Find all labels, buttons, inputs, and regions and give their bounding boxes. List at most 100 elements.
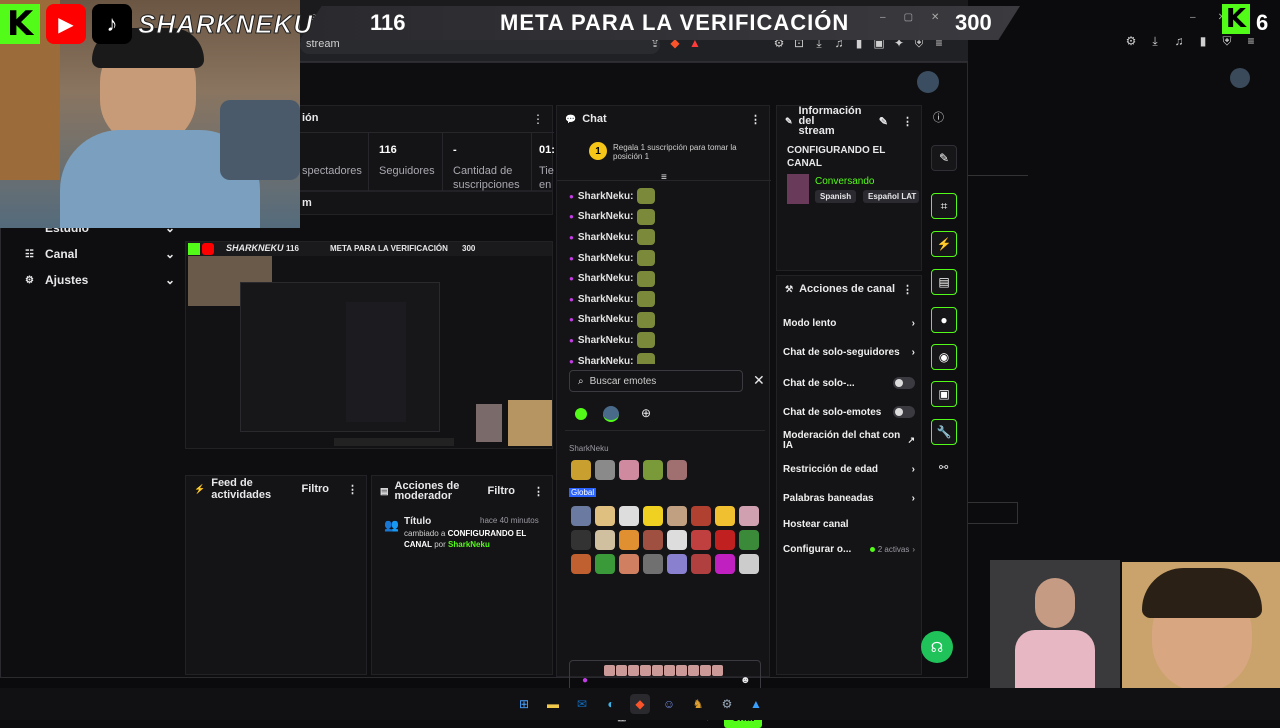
emote-tile[interactable] xyxy=(643,506,663,526)
emote-tile[interactable] xyxy=(571,530,591,550)
more-icon[interactable]: ⋮ xyxy=(532,112,544,126)
chat-username[interactable]: SharkNeku: xyxy=(578,253,634,264)
edit-rail-button[interactable]: ✎ xyxy=(931,145,957,171)
chat-message[interactable]: ● SharkNeku: xyxy=(569,248,759,269)
gift-text[interactable]: Regala 1 suscripción para tomar la posic… xyxy=(613,143,743,161)
outlook-icon[interactable]: ✉ xyxy=(572,694,592,714)
subs-only-item[interactable]: Chat de solo-... xyxy=(783,377,915,389)
emote-tile[interactable] xyxy=(643,460,663,480)
emote-tile[interactable] xyxy=(595,506,615,526)
emote-tile[interactable] xyxy=(739,530,759,550)
emote-tile[interactable] xyxy=(595,460,615,480)
chat-username[interactable]: SharkNeku: xyxy=(578,211,634,222)
banned-words-item[interactable]: Palabras baneadas › xyxy=(783,493,915,504)
emote-tile[interactable] xyxy=(643,530,663,550)
chat-username[interactable]: SharkNeku: xyxy=(578,232,634,243)
maximize-icon[interactable]: ▢ xyxy=(904,12,913,23)
globe-icon[interactable]: ⊕ xyxy=(641,406,651,420)
host-channel-item[interactable]: Hostear canal xyxy=(783,519,915,530)
emote-search-input[interactable]: ⌕ Buscar emotes xyxy=(569,370,743,392)
emote-tile[interactable] xyxy=(691,530,711,550)
broadcast-rail-button[interactable]: ◉ xyxy=(931,344,957,370)
emote-tile[interactable] xyxy=(715,506,735,526)
category-thumbnail[interactable] xyxy=(787,174,809,204)
discord-icon[interactable]: ☺ xyxy=(659,694,679,714)
emote-tile[interactable] xyxy=(667,460,687,480)
slow-mode-item[interactable]: Modo lento › xyxy=(783,318,915,329)
emote-tile[interactable] xyxy=(571,506,591,526)
chat-message[interactable]: ● SharkNeku: xyxy=(569,207,759,228)
edge-icon[interactable]: ◐ xyxy=(601,694,621,714)
info-icon[interactable]: ⓘ xyxy=(933,109,944,125)
emote-tile[interactable] xyxy=(739,554,759,574)
chat-message[interactable]: ● SharkNeku: xyxy=(569,268,759,289)
emote-tile[interactable] xyxy=(691,506,711,526)
configure-item[interactable]: Configurar o... 2 activas › xyxy=(783,544,915,555)
chat-message[interactable]: ● SharkNeku: xyxy=(569,227,759,248)
emote-tile[interactable] xyxy=(619,506,639,526)
emoji-icon[interactable]: ☻ xyxy=(740,675,751,686)
sidebar-item-ajustes[interactable]: ⚙ Ajustes ⌄ xyxy=(25,273,175,287)
emote-tile[interactable] xyxy=(619,530,639,550)
more-icon[interactable]: ⋮ xyxy=(902,283,913,296)
chat-username[interactable]: SharkNeku: xyxy=(578,191,634,202)
minimize-icon[interactable]: – xyxy=(1190,12,1196,23)
emote-tile[interactable] xyxy=(715,554,735,574)
windows-start-icon[interactable]: ⊞ xyxy=(514,694,534,714)
close-icon[interactable]: ✕ xyxy=(753,372,765,389)
subs-only-toggle[interactable] xyxy=(893,377,915,389)
avatar[interactable] xyxy=(1230,68,1250,88)
emote-tile[interactable] xyxy=(643,554,663,574)
channel-emotes-tab[interactable] xyxy=(603,406,619,422)
chat-username[interactable]: SharkNeku: xyxy=(578,273,634,284)
age-restriction-item[interactable]: Restricción de edad › xyxy=(783,464,915,475)
more-icon[interactable]: ⋮ xyxy=(533,485,544,498)
stream-preview[interactable]: SHARKNEKU 116 META PARA LA VERIFICACIÓN … xyxy=(185,241,553,449)
close-window-icon[interactable]: ✕ xyxy=(931,12,939,23)
emote-tile[interactable] xyxy=(595,554,615,574)
more-icon[interactable]: ⋮ xyxy=(902,115,913,128)
filter-button[interactable]: Filtro xyxy=(302,483,330,495)
mic-icon[interactable]: ● xyxy=(582,675,588,686)
emote-tile[interactable] xyxy=(571,554,591,574)
followers-only-item[interactable]: Chat de solo-seguidores › xyxy=(783,347,915,358)
bolt-rail-button[interactable]: ⚡ xyxy=(931,231,957,257)
emote-tile[interactable] xyxy=(739,506,759,526)
avatar[interactable] xyxy=(917,71,939,93)
emote-tile[interactable] xyxy=(715,530,735,550)
edit-icon[interactable]: ✎ xyxy=(879,115,888,128)
sidebar-item-canal[interactable]: ☷ Canal ⌄ xyxy=(25,247,175,261)
more-icon[interactable]: ⋮ xyxy=(750,113,761,126)
emotes-only-item[interactable]: Chat de solo-emotes xyxy=(783,406,915,418)
settings-icon[interactable]: ⚙ xyxy=(717,694,737,714)
more-icon[interactable]: ⋮ xyxy=(347,483,358,496)
filter-button[interactable]: Filtro xyxy=(488,485,516,497)
minimize-icon[interactable]: – xyxy=(880,12,886,23)
brave-icon[interactable]: ◆ xyxy=(630,694,650,714)
category-name[interactable]: Conversando xyxy=(815,176,874,187)
notes-rail-button[interactable]: ▤ xyxy=(931,269,957,295)
emote-tile[interactable] xyxy=(619,460,639,480)
chat-username[interactable]: SharkNeku: xyxy=(578,335,634,346)
support-button[interactable]: ☊ xyxy=(921,631,953,663)
emote-tile[interactable] xyxy=(595,530,615,550)
chat-message[interactable]: ● SharkNeku: xyxy=(569,330,759,351)
photos-icon[interactable]: ▲ xyxy=(746,694,766,714)
game-icon[interactable]: ♞ xyxy=(688,694,708,714)
chat-message[interactable]: ● SharkNeku: xyxy=(569,186,759,207)
chat-username[interactable]: SharkNeku: xyxy=(578,294,634,305)
emote-tile[interactable] xyxy=(667,554,687,574)
emote-tile[interactable] xyxy=(571,460,591,480)
chat-message[interactable]: ● SharkNeku: xyxy=(569,310,759,331)
kick-emotes-tab[interactable] xyxy=(575,408,587,420)
entry-user[interactable]: SharkNeku xyxy=(448,540,490,549)
mod-rail-button[interactable]: ▣ xyxy=(931,381,957,407)
wrench-rail-button[interactable]: 🔧 xyxy=(931,419,957,445)
chat-username[interactable]: SharkNeku: xyxy=(578,314,634,325)
chat-message[interactable]: ● SharkNeku: xyxy=(569,289,759,310)
file-explorer-icon[interactable]: ▬ xyxy=(543,694,563,714)
ai-moderation-item[interactable]: Moderación del chat con IA ↗ xyxy=(783,431,915,451)
chat-rail-button[interactable]: ● xyxy=(931,307,957,333)
pinned-icon[interactable]: ≡ xyxy=(661,172,667,183)
emote-tile[interactable] xyxy=(691,554,711,574)
